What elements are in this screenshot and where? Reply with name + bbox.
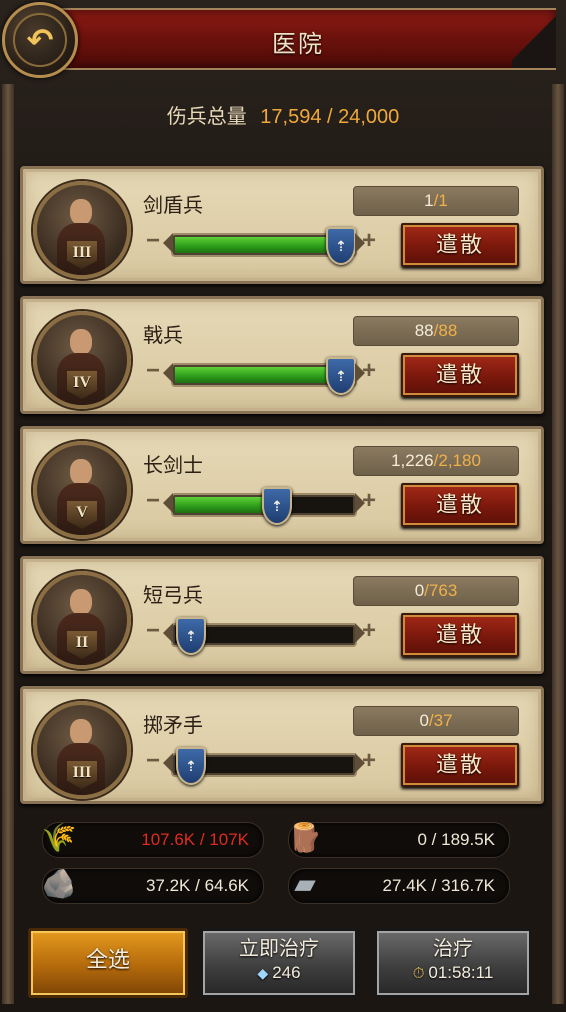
resource-iron-value: 27.4K / 316.7K — [382, 876, 495, 895]
instant-heal-button[interactable]: 立即治疗 ◆ 246 — [200, 928, 358, 998]
troop-count-current: 1 — [424, 191, 434, 210]
troop-count: 0/37 — [353, 706, 519, 736]
soldier-head — [70, 459, 92, 485]
troop-card: II 短弓兵 0/763 − ⇡ + 遣散 — [20, 556, 544, 674]
instant-heal-cost: ◆ 246 — [203, 961, 355, 985]
decrease-button[interactable]: − — [143, 749, 163, 773]
troop-count: 1/1 — [353, 186, 519, 216]
instant-heal-label: 立即治疗 — [239, 938, 319, 960]
troop-count: 1,226/2,180 — [353, 446, 519, 476]
troop-count-current: 1,226 — [391, 451, 434, 470]
heal-slider[interactable]: ⇡ — [173, 487, 355, 525]
resource-wood: 🪵 0 / 189.5K — [288, 822, 510, 858]
heal-slider[interactable]: ⇡ — [173, 617, 355, 655]
heal-label: 治疗 — [433, 938, 473, 960]
wounded-total-label: 伤兵总量 — [166, 106, 247, 128]
page-title: 医院 — [272, 31, 324, 58]
stone-icon: 🪨 — [41, 867, 77, 899]
resource-stone: 🪨 37.2K / 64.6K — [42, 868, 264, 904]
decrease-button[interactable]: − — [143, 229, 163, 253]
heal-slider[interactable]: ⇡ — [173, 357, 356, 395]
troop-name: 短弓兵 — [143, 585, 203, 607]
soldier-head — [70, 719, 92, 745]
heal-time: ⏱ 01:58:11 — [377, 961, 529, 986]
dismiss-button[interactable]: 遣散 — [401, 613, 519, 657]
troop-name: 剑盾兵 — [143, 195, 203, 217]
increase-button[interactable]: + — [359, 619, 379, 643]
troop-name: 戟兵 — [143, 325, 183, 347]
gem-icon: ◆ — [257, 965, 269, 981]
soldier-head — [70, 589, 92, 615]
slider-thumb[interactable]: ⇡ — [326, 357, 356, 395]
troop-count: 0/763 — [353, 576, 519, 606]
wounded-total-value: 17,594 / 24,000 — [260, 106, 400, 128]
troop-count-max: 37 — [433, 711, 453, 730]
troop-count-max: 763 — [428, 581, 458, 600]
troop-count-current: 0 — [419, 711, 429, 730]
soldier-head — [70, 329, 92, 355]
troop-card: V 长剑士 1,226/2,180 − ⇡ + 遣散 — [20, 426, 544, 544]
troop-count-max: 2,180 — [438, 451, 481, 470]
resource-iron: ▰ 27.4K / 316.7K — [288, 868, 510, 904]
resource-stone-value: 37.2K / 64.6K — [145, 876, 249, 895]
banner-tail — [512, 10, 556, 68]
resource-wood-value: 0 / 189.5K — [417, 830, 495, 849]
slider-thumb[interactable]: ⇡ — [176, 747, 206, 785]
soldier-head — [70, 199, 92, 225]
troop-count-current: 88 — [414, 321, 434, 340]
clock-icon: ⏱ — [412, 965, 425, 982]
frame-rail-right — [552, 84, 564, 1004]
dismiss-button[interactable]: 遣散 — [401, 353, 519, 397]
heal-button[interactable]: 治疗 ⏱ 01:58:11 — [374, 928, 532, 998]
slider-thumb[interactable]: ⇡ — [176, 617, 206, 655]
back-arrow-icon: ↶ — [13, 13, 67, 67]
wounded-total: 伤兵总量 17,594 / 24,000 — [0, 100, 566, 129]
increase-button[interactable]: + — [359, 489, 379, 513]
troop-name: 长剑士 — [143, 455, 203, 477]
resource-food: 🌾 107.6K / 107K — [42, 822, 264, 858]
increase-button[interactable]: + — [359, 229, 379, 253]
troop-count-max: 88 — [438, 321, 458, 340]
instant-heal-cost-value: 246 — [272, 963, 301, 982]
troop-card: III 剑盾兵 1/1 − ⇡ + 遣散 — [20, 166, 544, 284]
back-button[interactable]: ↶ — [2, 2, 78, 78]
dismiss-button[interactable]: 遣散 — [401, 483, 519, 527]
frame-rail-left — [2, 84, 14, 1004]
heal-slider[interactable]: ⇡ — [173, 747, 355, 785]
header-banner: 医院 — [40, 8, 556, 70]
troop-card: III 掷矛手 0/37 − ⇡ + 遣散 — [20, 686, 544, 804]
troop-count-current: 0 — [414, 581, 425, 600]
select-all-button[interactable]: 全选 — [28, 928, 188, 998]
increase-button[interactable]: + — [359, 359, 379, 383]
troop-count-max: 1 — [438, 191, 448, 210]
dismiss-button[interactable]: 遣散 — [401, 743, 519, 787]
decrease-button[interactable]: − — [143, 489, 163, 513]
slider-thumb[interactable]: ⇡ — [326, 227, 356, 265]
decrease-button[interactable]: − — [143, 359, 163, 383]
troop-count: 88/88 — [353, 316, 519, 346]
wood-icon: 🪵 — [287, 821, 323, 853]
resource-food-value: 107.6K / 107K — [141, 830, 249, 849]
decrease-button[interactable]: − — [143, 619, 163, 643]
slider-fill — [175, 497, 275, 513]
troop-card: IV 戟兵 88/88 − ⇡ + 遣散 — [20, 296, 544, 414]
iron-icon: ▰ — [294, 867, 316, 899]
heal-time-value: 01:58:11 — [428, 963, 494, 982]
increase-button[interactable]: + — [359, 749, 379, 773]
dismiss-button[interactable]: 遣散 — [401, 223, 519, 267]
troop-name: 掷矛手 — [143, 715, 203, 737]
slider-thumb[interactable]: ⇡ — [262, 487, 292, 525]
food-icon: 🌾 — [41, 821, 77, 853]
heal-slider[interactable]: ⇡ — [173, 227, 356, 265]
